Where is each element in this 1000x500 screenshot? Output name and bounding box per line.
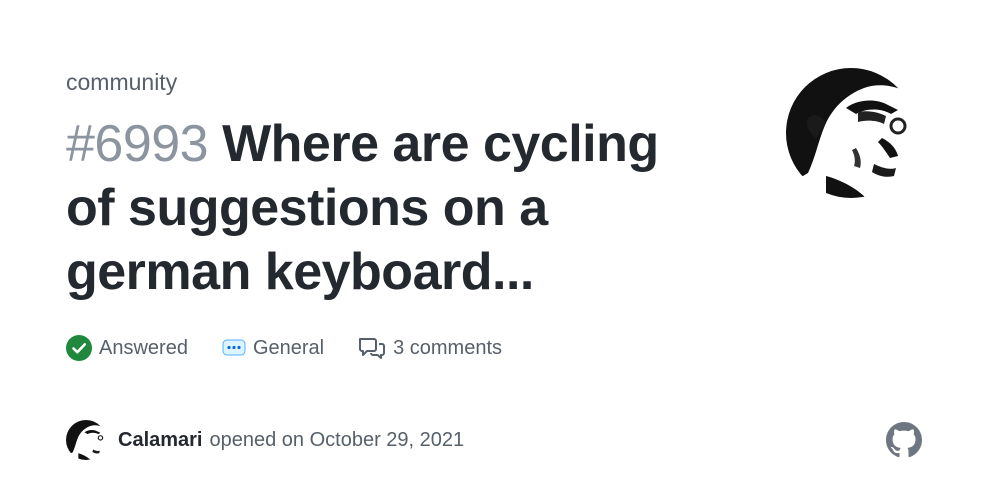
answered-status: Answered [66,335,188,361]
opened-date: opened on October 29, 2021 [209,428,465,451]
author-avatar[interactable] [66,420,106,460]
discussion-title: #6993 Where are cycling of suggestions o… [66,112,716,304]
comment-count: 3 comments [358,336,502,360]
author-avatar-large [786,68,916,198]
author-row: Calamari opened on October 29, 2021 [66,420,464,460]
discussion-meta: Answered General 3 comments [66,332,536,364]
discussion-number: #6993 [66,115,209,173]
comment-discussion-icon [358,336,386,360]
status-label: Answered [99,336,188,359]
check-circle-icon [66,335,92,361]
comment-count-label: 3 comments [393,336,503,359]
repo-name[interactable]: community [66,66,177,98]
author-name[interactable]: Calamari [118,429,203,452]
github-mark-icon [886,422,922,458]
speech-bubble-dots-icon [222,337,246,359]
category-label: General [252,336,325,359]
category[interactable]: General [222,337,324,360]
